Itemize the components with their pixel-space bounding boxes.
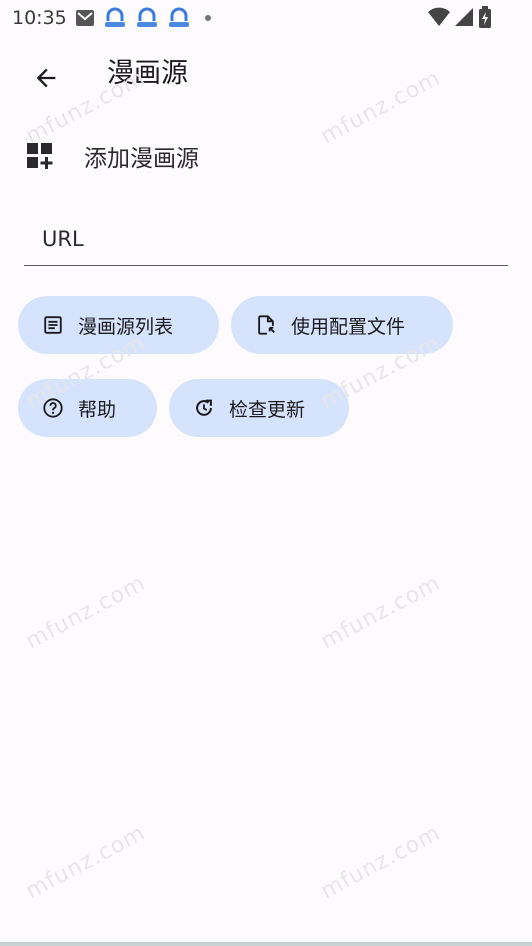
url-input[interactable] xyxy=(24,214,508,264)
signal-icon xyxy=(455,8,473,26)
status-bar: 10:35 xyxy=(0,0,532,36)
file-open-icon xyxy=(258,315,275,335)
url-field xyxy=(24,214,508,266)
navigation-bar xyxy=(0,942,532,946)
update-icon xyxy=(196,399,212,416)
watermark: mfunz.com xyxy=(316,570,445,655)
app-notification-icon xyxy=(136,7,157,27)
help-label: 帮助 xyxy=(78,398,117,421)
watermark: mfunz.com xyxy=(21,570,150,655)
arrow-back-icon xyxy=(36,68,56,88)
wifi-icon xyxy=(428,7,450,26)
check-update-button[interactable]: 检查更新 xyxy=(169,379,349,437)
use-config-file-label: 使用配置文件 xyxy=(291,315,406,338)
watermark: mfunz.com xyxy=(316,820,445,905)
app-notification-icon xyxy=(168,7,189,27)
source-list-label: 漫画源列表 xyxy=(78,315,174,338)
status-time: 10:35 xyxy=(12,7,67,29)
more-notifications-dot xyxy=(204,15,211,21)
section-title: 添加漫画源 xyxy=(84,146,199,172)
list-document-icon xyxy=(44,316,62,334)
watermark: mfunz.com xyxy=(21,820,150,905)
add-source-section-header: 添加漫画源 xyxy=(26,136,199,176)
battery-icon xyxy=(479,6,491,28)
dashboard-add-icon xyxy=(27,143,53,169)
mail-notification-icon xyxy=(75,10,94,26)
app-notification-icon xyxy=(104,7,125,27)
check-update-label: 检查更新 xyxy=(229,398,306,421)
back-button[interactable] xyxy=(24,56,68,100)
app-bar: 漫画源 xyxy=(0,44,532,104)
